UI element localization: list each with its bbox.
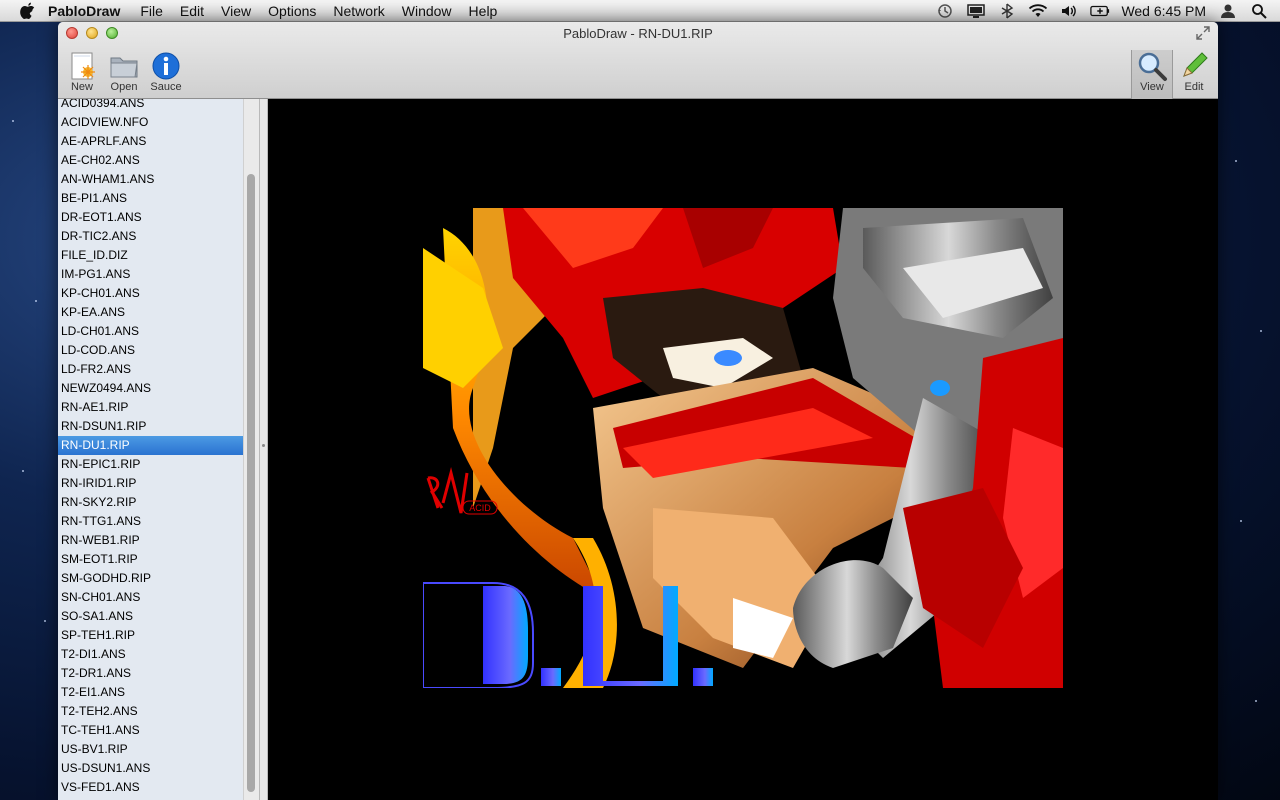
file-list-item[interactable]: TC-TEH1.ANS	[58, 721, 243, 740]
edit-label: Edit	[1184, 81, 1204, 93]
window-title: PabloDraw - RN-DU1.RIP	[563, 26, 713, 41]
file-list-scrollbar-thumb[interactable]	[247, 174, 255, 792]
file-list-item[interactable]: ACIDVIEW.NFO	[58, 113, 243, 132]
file-list-item[interactable]: KP-CH01.ANS	[58, 284, 243, 303]
folder-icon	[110, 57, 138, 78]
file-list: ACID0394.ANS ACIDVIEW.NFO AE-APRLF.ANS AE-C…	[58, 99, 259, 800]
file-list-item[interactable]: LD-COD.ANS	[58, 341, 243, 360]
file-list-item[interactable]: RN-TTG1.ANS	[58, 512, 243, 531]
file-list-item[interactable]: AE-CH02.ANS	[58, 151, 243, 170]
app-menu[interactable]: PabloDraw	[48, 3, 120, 19]
file-list-item[interactable]: US-BV1.RIP	[58, 740, 243, 759]
new-button[interactable]: New	[62, 50, 102, 98]
file-list-item[interactable]: RN-DU1.RIP	[58, 436, 243, 455]
file-list-item[interactable]: NEWZ0494.ANS	[58, 379, 243, 398]
file-list-item[interactable]: RN-AE1.RIP	[58, 398, 243, 417]
rip-artwork: ACID	[423, 208, 1063, 688]
file-list-item[interactable]: SM-GODHD.RIP	[58, 569, 243, 588]
file-list-item[interactable]: RN-WEB1.RIP	[58, 531, 243, 550]
battery-icon[interactable]	[1090, 3, 1110, 19]
file-list-item[interactable]: SO-SA1.ANS	[58, 607, 243, 626]
file-list-item[interactable]: IM-PG1.ANS	[58, 265, 243, 284]
spotlight-icon[interactable]	[1249, 3, 1269, 19]
time-machine-icon[interactable]	[935, 3, 955, 19]
new-label: New	[70, 81, 93, 93]
menu-file[interactable]: File	[140, 3, 163, 19]
file-list-item[interactable]: DR-EOT1.ANS	[58, 208, 243, 227]
edit-button[interactable]: Edit	[1174, 50, 1214, 98]
app-window: PabloDraw - RN-DU1.RIP New Open Sauce Vi…	[58, 22, 1218, 800]
file-list-item[interactable]: FILE_ID.DIZ	[58, 246, 243, 265]
pencil-icon	[1183, 52, 1208, 77]
menu-window[interactable]: Window	[402, 3, 452, 19]
info-icon	[152, 52, 180, 80]
apple-menu-icon[interactable]	[20, 2, 36, 19]
file-list-item[interactable]: RN-IRID1.RIP	[58, 474, 243, 493]
art-canvas[interactable]: ACID	[268, 99, 1218, 800]
toolbar: PabloDraw - RN-DU1.RIP New Open Sauce Vi…	[58, 22, 1218, 99]
sauce-label: Sauce	[150, 81, 182, 93]
file-list-item[interactable]: BE-PI1.ANS	[58, 189, 243, 208]
open-label: Open	[110, 81, 138, 93]
wifi-icon[interactable]	[1028, 3, 1048, 19]
magnifier-icon	[1138, 52, 1167, 81]
file-list-item[interactable]: T2-DI1.ANS	[58, 645, 243, 664]
file-list-item[interactable]: RN-DSUN1.RIP	[58, 417, 243, 436]
file-list-item[interactable]: US-DSUN1.ANS	[58, 759, 243, 778]
file-list-item[interactable]: LD-FR2.ANS	[58, 360, 243, 379]
file-list-item[interactable]: KP-EA.ANS	[58, 303, 243, 322]
file-list-item[interactable]: T2-EI1.ANS	[58, 683, 243, 702]
view-label: View	[1140, 81, 1164, 93]
file-list-item[interactable]: SM-EOT1.RIP	[58, 550, 243, 569]
user-icon[interactable]	[1218, 3, 1238, 19]
pane-splitter[interactable]	[259, 99, 268, 800]
new-document-icon	[71, 52, 95, 80]
menu-clock[interactable]: Wed 6:45 PM	[1121, 3, 1206, 19]
sauce-button[interactable]: Sauce	[146, 50, 186, 98]
menu-network[interactable]: Network	[333, 3, 384, 19]
menu-help[interactable]: Help	[469, 3, 498, 19]
menu-bar: PabloDraw File Edit View Options Network…	[0, 0, 1280, 22]
fullscreen-icon[interactable]	[1196, 26, 1210, 40]
display-icon[interactable]	[966, 3, 986, 19]
status-menus: Wed 6:45 PM	[935, 0, 1280, 22]
file-list-item[interactable]: AE-APRLF.ANS	[58, 132, 243, 151]
view-button[interactable]: View	[1131, 50, 1173, 99]
volume-icon[interactable]	[1059, 3, 1079, 19]
menu-edit[interactable]: Edit	[180, 3, 204, 19]
file-list-item[interactable]: DR-TIC2.ANS	[58, 227, 243, 246]
file-list-item[interactable]: ACID0394.ANS	[58, 99, 243, 113]
file-list-item[interactable]: SP-TEH1.RIP	[58, 626, 243, 645]
file-list-item[interactable]: SN-CH01.ANS	[58, 588, 243, 607]
menu-options[interactable]: Options	[268, 3, 316, 19]
file-list-item[interactable]: T2-TEH2.ANS	[58, 702, 243, 721]
svg-text:ACID: ACID	[469, 503, 491, 513]
file-list-item[interactable]: T2-DR1.ANS	[58, 664, 243, 683]
file-list-item[interactable]: LD-CH01.ANS	[58, 322, 243, 341]
file-list-item[interactable]: RN-SKY2.RIP	[58, 493, 243, 512]
file-list-item[interactable]: RN-EPIC1.RIP	[58, 455, 243, 474]
bluetooth-icon[interactable]	[997, 3, 1017, 19]
file-list-item[interactable]: AN-WHAM1.ANS	[58, 170, 243, 189]
file-list-item[interactable]: VS-FED1.ANS	[58, 778, 243, 797]
open-button[interactable]: Open	[104, 50, 144, 98]
menu-view[interactable]: View	[221, 3, 251, 19]
